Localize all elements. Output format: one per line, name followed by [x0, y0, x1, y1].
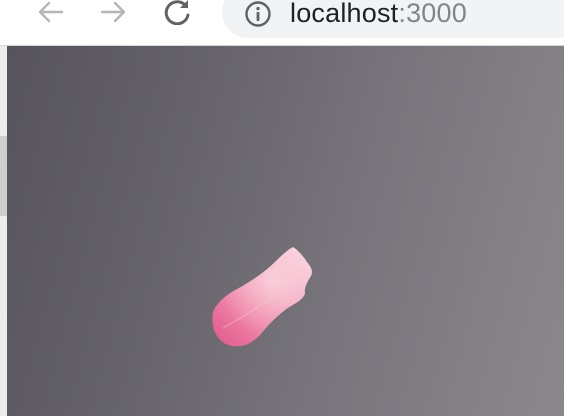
- forward-button[interactable]: [96, 0, 132, 24]
- url-text[interactable]: localhost:3000: [290, 0, 467, 30]
- window-edge-mark: [0, 136, 7, 216]
- arrow-right-icon: [100, 1, 126, 23]
- reload-icon: [164, 0, 190, 25]
- page-viewport: [7, 46, 564, 416]
- arrow-left-icon: [38, 1, 64, 23]
- url-port: :3000: [398, 0, 467, 28]
- info-icon[interactable]: [244, 0, 272, 28]
- window-edge: [0, 46, 7, 416]
- petal-image: [212, 247, 312, 347]
- address-bar[interactable]: localhost:3000: [222, 0, 564, 38]
- reload-button[interactable]: [160, 0, 196, 25]
- url-host: localhost: [290, 0, 399, 28]
- browser-toolbar: localhost:3000: [0, 0, 564, 46]
- back-button[interactable]: [32, 0, 68, 24]
